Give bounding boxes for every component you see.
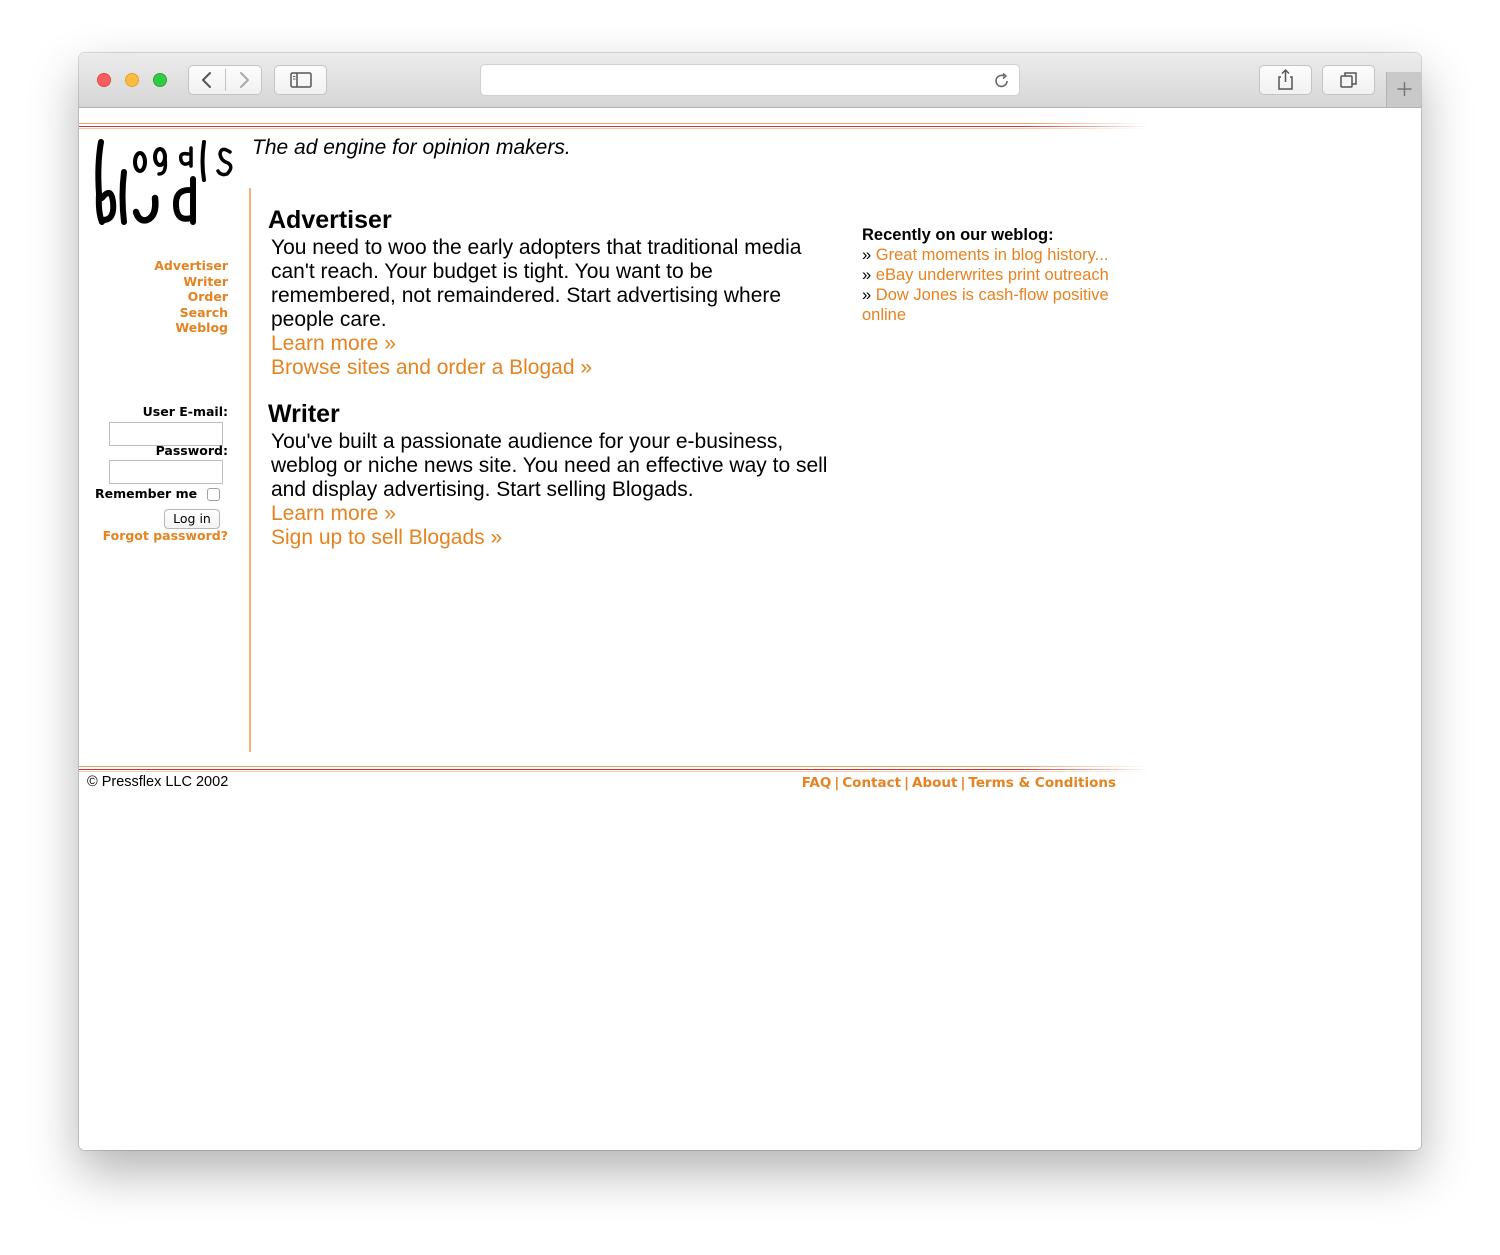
browser-window: The ad engine for opinion makers. Advert… <box>79 53 1421 1150</box>
nav-link-advertiser[interactable]: Advertiser <box>79 258 228 274</box>
content-divider <box>249 188 251 752</box>
remember-checkbox[interactable] <box>207 488 220 501</box>
forgot-password-link[interactable]: Forgot password? <box>103 528 228 543</box>
email-label: User E-mail: <box>142 404 228 419</box>
sign-up-link[interactable]: Sign up to sell Blogads » <box>271 526 828 550</box>
web-page: The ad engine for opinion makers. Advert… <box>79 108 1421 1150</box>
share-icon <box>1278 68 1293 90</box>
close-window-button[interactable] <box>97 73 111 87</box>
recent-item: » Dow Jones is cash-flow positive online <box>862 285 1132 325</box>
tab-overview-button[interactable] <box>1322 65 1375 95</box>
footer-links: FAQ | Contact | About | Terms & Conditions <box>802 775 1116 791</box>
recent-item: » Great moments in blog history... <box>862 245 1132 265</box>
copyright-text: © Pressflex LLC 2002 <box>87 774 229 790</box>
faq-link[interactable]: FAQ <box>802 775 832 791</box>
advertiser-section: Advertiser You need to woo the early ado… <box>268 204 828 380</box>
password-field[interactable] <box>109 460 223 484</box>
recent-item: » eBay underwrites print outreach <box>862 265 1132 285</box>
chevron-right-icon <box>240 72 249 88</box>
plus-icon <box>1397 82 1412 96</box>
browser-toolbar <box>79 53 1421 108</box>
share-button[interactable] <box>1259 65 1312 95</box>
back-button[interactable] <box>189 66 225 94</box>
login-button[interactable]: Log in <box>164 509 220 529</box>
footer-separator: | <box>904 775 910 791</box>
writer-body: You've built a passionate audience for y… <box>271 430 828 501</box>
reload-icon[interactable] <box>992 71 1012 91</box>
recent-link[interactable]: Dow Jones is cash-flow positive online <box>862 286 1109 324</box>
password-label: Password: <box>155 443 228 458</box>
browse-sites-link[interactable]: Browse sites and order a Blogad » <box>271 356 828 380</box>
nav-link-order[interactable]: Order <box>79 289 228 305</box>
footer-rule <box>79 766 1149 772</box>
bullet: » <box>862 286 872 304</box>
zoom-window-button[interactable] <box>153 73 167 87</box>
sidebar-icon <box>290 72 312 88</box>
nav-link-weblog[interactable]: Weblog <box>79 320 228 336</box>
footer-separator: | <box>834 775 840 791</box>
recent-link[interactable]: Great moments in blog history... <box>876 246 1109 264</box>
main-content: Advertiser You need to woo the early ado… <box>268 204 828 550</box>
advertiser-learn-more-link[interactable]: Learn more » <box>271 332 828 356</box>
terms-link[interactable]: Terms & Conditions <box>968 775 1116 791</box>
bullet: » <box>862 266 872 284</box>
recent-link[interactable]: eBay underwrites print outreach <box>876 266 1109 284</box>
recent-heading: Recently on our weblog: <box>862 226 1054 244</box>
sidebar-toggle-button[interactable] <box>274 65 327 95</box>
nav-button-group <box>188 65 262 95</box>
site-tagline: The ad engine for opinion makers. <box>252 136 571 159</box>
remember-label: Remember me <box>95 486 198 501</box>
left-nav: Advertiser Writer Order Search Weblog <box>79 258 228 336</box>
contact-link[interactable]: Contact <box>842 775 901 791</box>
advertiser-body: You need to woo the early adopters that … <box>271 236 802 331</box>
new-tab-button[interactable] <box>1386 72 1421 107</box>
recent-weblog: Recently on our weblog: » Great moments … <box>862 225 1132 325</box>
header-rule <box>79 123 1149 129</box>
footer-separator: | <box>960 775 966 791</box>
minimize-window-button[interactable] <box>125 73 139 87</box>
bullet: » <box>862 246 872 264</box>
forward-button[interactable] <box>226 66 262 94</box>
chevron-left-icon <box>202 72 211 88</box>
blogads-logo[interactable] <box>93 134 238 229</box>
address-bar[interactable] <box>480 64 1020 96</box>
login-form: User E-mail: Password: Remember me Log i… <box>79 404 228 543</box>
nav-link-writer[interactable]: Writer <box>79 274 228 290</box>
writer-section: Writer You've built a passionate audienc… <box>268 398 828 550</box>
advertiser-heading: Advertiser <box>268 206 392 234</box>
nav-link-search[interactable]: Search <box>79 305 228 321</box>
writer-heading: Writer <box>268 400 340 428</box>
about-link[interactable]: About <box>912 775 957 791</box>
writer-learn-more-link[interactable]: Learn more » <box>271 502 828 526</box>
tabs-icon <box>1340 72 1357 88</box>
